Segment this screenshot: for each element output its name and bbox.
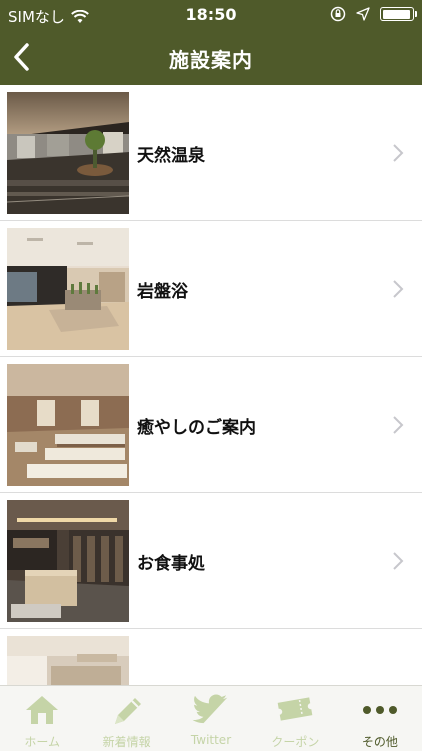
- hot-spring-photo: [7, 92, 129, 214]
- list-item-label: 天然温泉: [137, 146, 205, 166]
- list-item[interactable]: [0, 629, 422, 685]
- chevron-right-icon: [393, 144, 404, 162]
- list-item-label: 岩盤浴: [137, 282, 188, 302]
- tab-bar: ホーム 新着情報 Twitter クーポン その他: [0, 685, 422, 751]
- pencil-icon: [114, 698, 141, 724]
- list-item[interactable]: お食事処: [0, 493, 422, 629]
- status-bar: SIMなし 18:50: [0, 0, 422, 30]
- tab-home[interactable]: ホーム: [0, 686, 84, 751]
- tab-label: ホーム: [24, 735, 61, 749]
- page-title: 施設案内: [169, 48, 253, 72]
- list-item-label: 癒やしのご案内: [137, 418, 256, 438]
- battery-fill: [382, 9, 410, 19]
- relaxation-room-photo: [7, 364, 129, 486]
- tab-more[interactable]: その他: [338, 686, 422, 751]
- chevron-right-icon: [393, 416, 404, 434]
- tab-label: クーポン: [271, 735, 320, 749]
- list-item[interactable]: 癒やしのご案内: [0, 357, 422, 493]
- list-item[interactable]: 岩盤浴: [0, 221, 422, 357]
- location-arrow-icon: [356, 7, 370, 21]
- orientation-lock-icon: [330, 6, 346, 22]
- status-right: [330, 6, 417, 22]
- bedrock-bath-photo: [7, 228, 129, 350]
- twitter-bird-icon: [192, 694, 228, 724]
- battery-icon: [380, 7, 417, 21]
- home-icon: [26, 696, 59, 724]
- ticket-icon: [278, 697, 313, 721]
- list-item[interactable]: 天然温泉: [0, 85, 422, 221]
- navigation-bar: 施設案内: [0, 30, 422, 85]
- chevron-right-icon: [393, 552, 404, 570]
- tab-label: 新着情報: [102, 735, 151, 749]
- tab-news[interactable]: 新着情報: [84, 686, 168, 751]
- tab-label: Twitter: [190, 733, 232, 747]
- facility-list: 天然温泉 岩盤浴 癒やしのご案内 お食事処: [0, 85, 422, 685]
- tab-label: その他: [361, 735, 398, 749]
- chevron-right-icon: [393, 280, 404, 298]
- list-item-label: お食事処: [137, 554, 205, 574]
- more-dots-icon: [362, 706, 397, 714]
- facility-photo: [7, 636, 129, 685]
- dining-area-photo: [7, 500, 129, 622]
- tab-twitter[interactable]: Twitter: [169, 686, 253, 751]
- tab-coupon[interactable]: クーポン: [253, 686, 337, 751]
